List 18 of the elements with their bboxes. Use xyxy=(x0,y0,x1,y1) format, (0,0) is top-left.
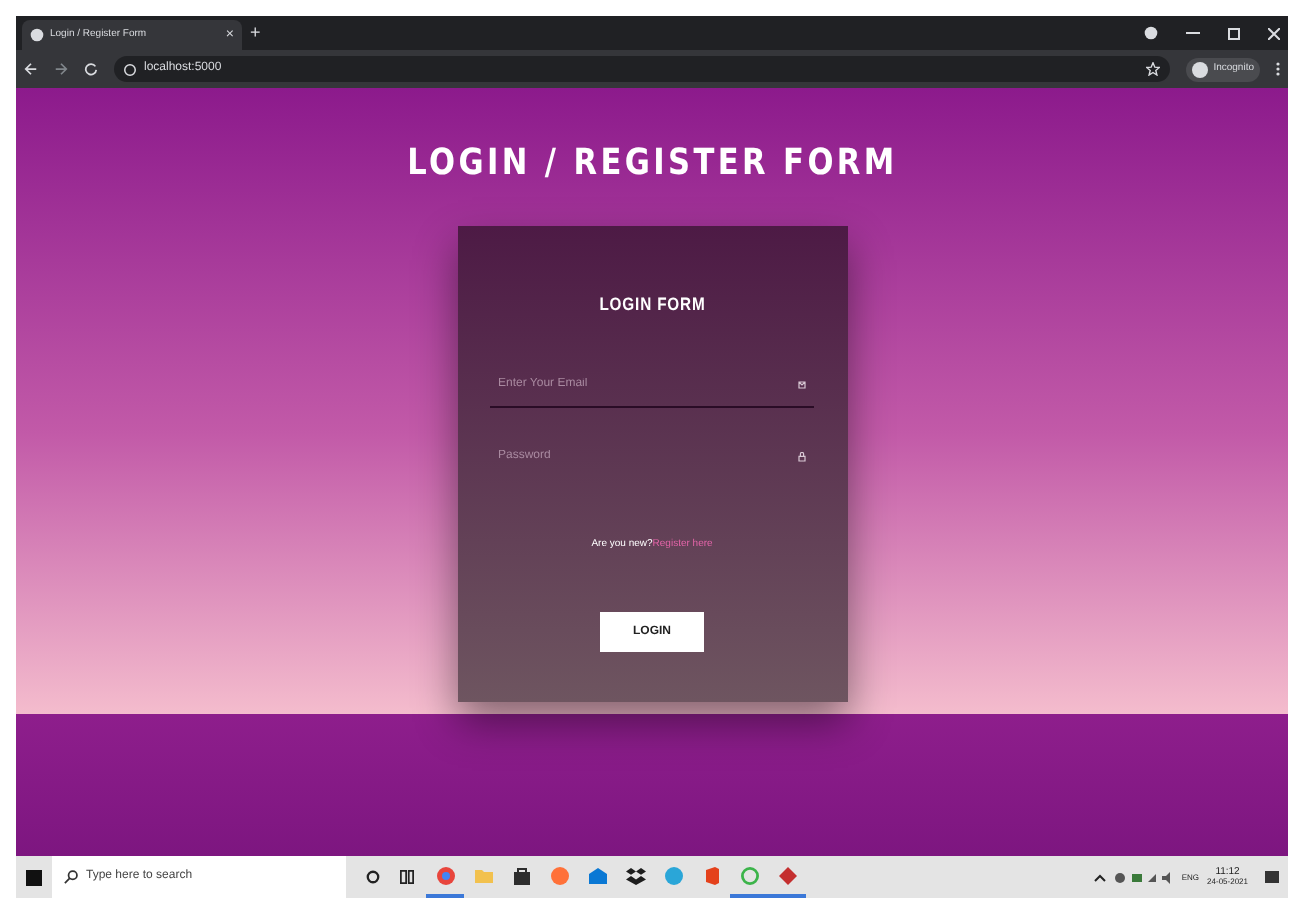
envelope-icon xyxy=(798,379,806,389)
close-icon[interactable] xyxy=(1268,27,1280,39)
new-tab-button[interactable]: + xyxy=(250,24,261,42)
restore-icon[interactable] xyxy=(1228,27,1240,39)
back-arrow-icon[interactable] xyxy=(24,62,38,76)
forward-arrow-icon[interactable] xyxy=(54,62,68,76)
reload-icon[interactable] xyxy=(84,62,98,76)
caret-up-icon[interactable] xyxy=(1093,873,1106,881)
minimize-icon[interactable] xyxy=(1186,31,1200,35)
notification-icon[interactable] xyxy=(1264,869,1280,885)
task-view-icon[interactable] xyxy=(400,870,414,884)
form-title: LOGIN FORM xyxy=(598,292,706,318)
page-heading: LOGIN / REGISTER FORM xyxy=(406,146,898,182)
star-icon[interactable] xyxy=(1145,62,1160,76)
tray-icons-drawing xyxy=(1113,871,1174,883)
lock-icon xyxy=(798,452,806,462)
windows-start-icon[interactable] xyxy=(26,869,42,885)
search-icon xyxy=(64,870,78,884)
